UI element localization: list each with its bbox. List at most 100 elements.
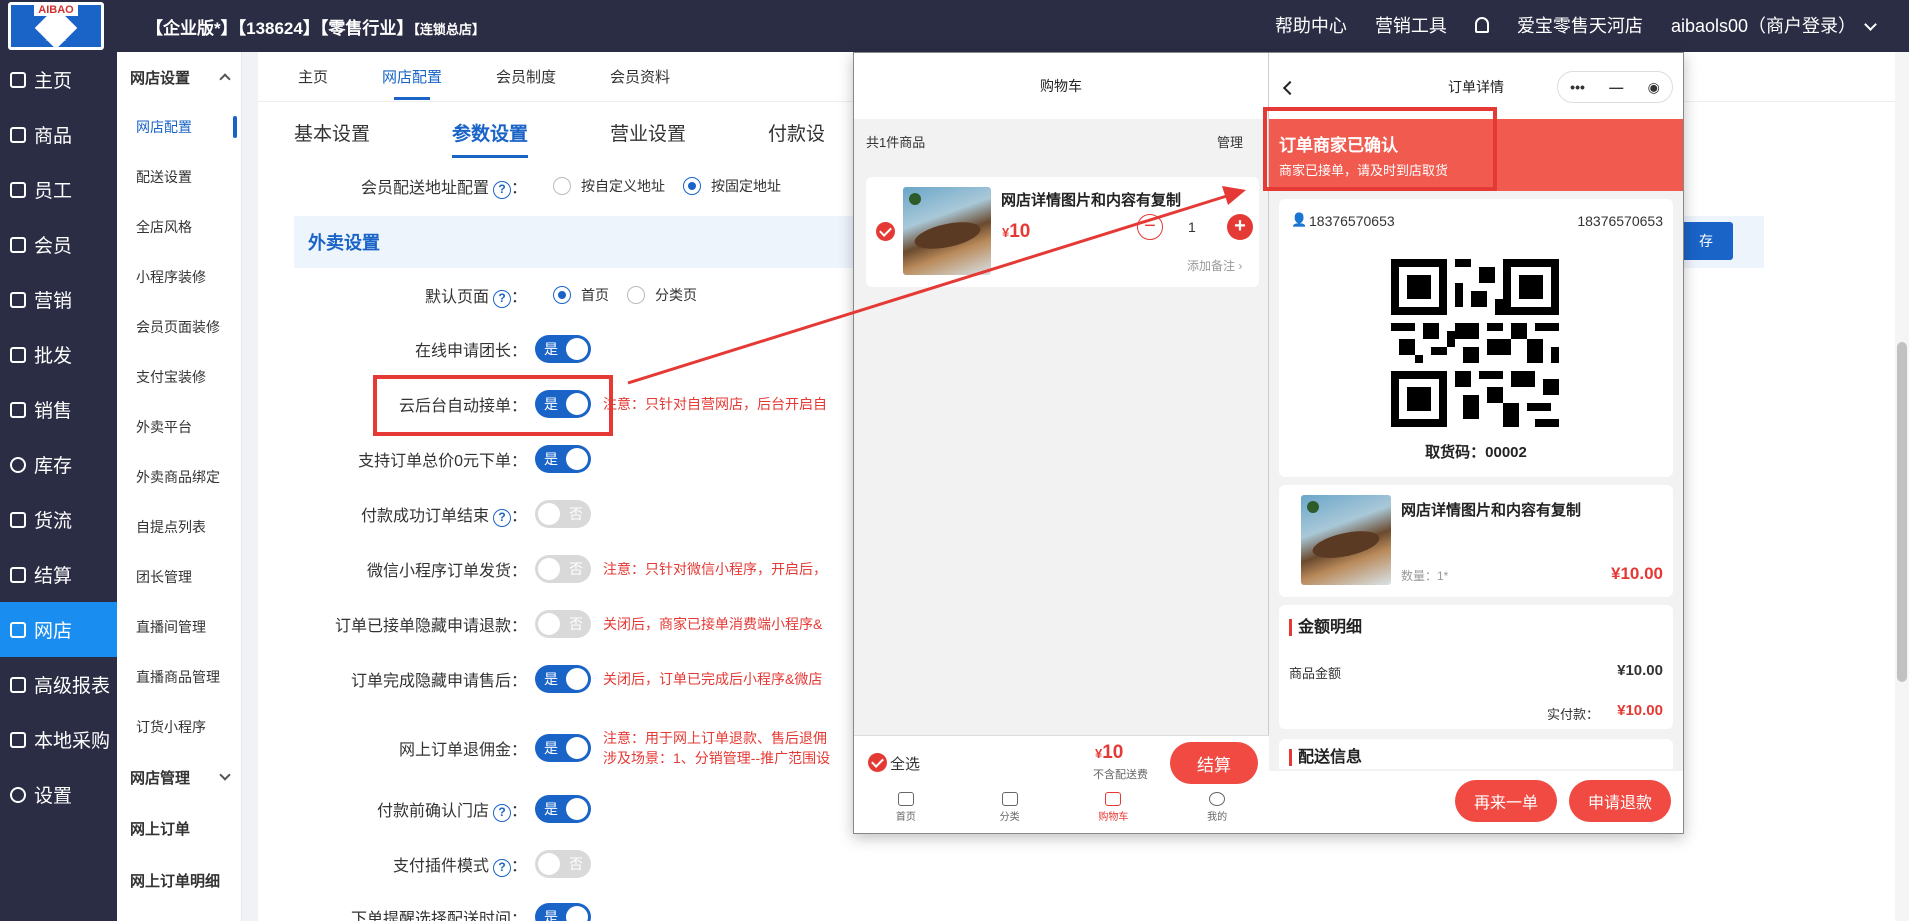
subnav-item-order-miniapp[interactable]: 订货小程序 bbox=[117, 702, 241, 752]
order-product-price: ¥10.00 bbox=[1611, 564, 1663, 583]
subnav-item-alipay-decor[interactable]: 支付宝装修 bbox=[117, 352, 241, 402]
nav-item-home[interactable]: 主页 bbox=[0, 52, 117, 107]
subnav-item-leader[interactable]: 团长管理 bbox=[117, 552, 241, 602]
toggle-pay-end[interactable]: 否 bbox=[535, 500, 591, 528]
subnav-item-takeout-binding[interactable]: 外卖商品绑定 bbox=[117, 452, 241, 502]
store-name[interactable]: 爱宝零售天河店 bbox=[1517, 12, 1643, 38]
toggle-confirm-store[interactable]: 是 bbox=[535, 795, 591, 823]
help-icon[interactable]: ? bbox=[492, 803, 511, 822]
tab-payment-settings[interactable]: 付款设 bbox=[768, 102, 825, 162]
nav-item-reports[interactable]: 高级报表 bbox=[0, 657, 117, 712]
subnav-group-store-manage[interactable]: 网店管理 bbox=[117, 752, 241, 802]
nav-item-member[interactable]: 会员 bbox=[0, 217, 117, 272]
refund-button[interactable]: 申请退款 bbox=[1569, 780, 1671, 822]
scrollbar-thumb[interactable] bbox=[1897, 342, 1907, 682]
checkout-button[interactable]: 结算 bbox=[1170, 742, 1258, 784]
bell-icon[interactable] bbox=[1474, 17, 1489, 33]
tab-param-settings[interactable]: 参数设置 bbox=[452, 102, 529, 162]
toggle-pay-plugin[interactable]: 否 bbox=[535, 850, 591, 878]
highlight-box-order-status bbox=[1263, 107, 1497, 191]
toggle-zero-order[interactable]: 是 bbox=[535, 445, 591, 473]
product-image bbox=[1301, 495, 1391, 585]
radio-fixed-address[interactable] bbox=[683, 177, 701, 195]
more-icon[interactable]: ••• bbox=[1570, 79, 1585, 95]
cart-footer: 全选 ¥10 不含配送费 结算 首页 分类 购物车 我的 bbox=[854, 735, 1269, 833]
add-remark-link[interactable]: 添加备注 › bbox=[1187, 257, 1242, 274]
tabbar-home[interactable]: 首页 bbox=[854, 792, 958, 834]
help-icon[interactable]: ? bbox=[492, 289, 511, 308]
nav-item-inventory[interactable]: 库存 bbox=[0, 437, 117, 492]
user-menu[interactable]: aibaols00（商户登录） bbox=[1671, 12, 1877, 38]
setting-row-pay-plugin: 支付插件模式?： 否 bbox=[258, 844, 1138, 884]
aibao-logo[interactable]: AIBAO 爱 宝 bbox=[8, 2, 104, 50]
minimize-icon[interactable]: — bbox=[1609, 79, 1623, 95]
nav-item-wholesale[interactable]: 批发 bbox=[0, 327, 117, 382]
tab-home[interactable]: 主页 bbox=[298, 52, 328, 102]
nav-item-logistics[interactable]: 货流 bbox=[0, 492, 117, 547]
tabbar-mine[interactable]: 我的 bbox=[1165, 792, 1269, 834]
subnav-item-live-room[interactable]: 直播间管理 bbox=[117, 602, 241, 652]
product-title: 网店详情图片和内容有复制 bbox=[1001, 192, 1181, 209]
item-checkbox[interactable] bbox=[876, 222, 895, 241]
cart-icon bbox=[1105, 792, 1122, 806]
qty-value[interactable]: 1 bbox=[1188, 219, 1196, 235]
toggle-apply-leader[interactable]: 是 bbox=[535, 335, 591, 363]
subnav-item-member-page[interactable]: 会员页面装修 bbox=[117, 302, 241, 352]
reorder-button[interactable]: 再来一单 bbox=[1455, 780, 1557, 822]
tabbar-category[interactable]: 分类 bbox=[958, 792, 1062, 834]
radio-custom-address[interactable] bbox=[553, 177, 571, 195]
logo-sub: 爱 宝 bbox=[45, 31, 67, 42]
toggle-commission[interactable]: 是 bbox=[535, 734, 591, 762]
subnav-item-miniapp-decor[interactable]: 小程序装修 bbox=[117, 252, 241, 302]
toggle-wechat-ship[interactable]: 否 bbox=[535, 555, 591, 583]
subnav-item-delivery[interactable]: 配送设置 bbox=[117, 152, 241, 202]
tab-business-settings[interactable]: 营业设置 bbox=[610, 102, 686, 162]
nav-item-staff[interactable]: 员工 bbox=[0, 162, 117, 217]
select-all-checkbox[interactable] bbox=[868, 753, 887, 772]
radio-home-page[interactable] bbox=[553, 286, 571, 304]
cart-total: ¥10 bbox=[1095, 742, 1124, 763]
cart-title: 购物车 bbox=[854, 53, 1268, 119]
cart-summary-bar: 共1件商品 管理 bbox=[854, 119, 1268, 163]
tab-store-config[interactable]: 网店配置 bbox=[382, 52, 442, 102]
help-icon[interactable]: ? bbox=[492, 180, 511, 199]
subnav-item-live-goods[interactable]: 直播商品管理 bbox=[117, 652, 241, 702]
select-all-label[interactable]: 全选 bbox=[890, 753, 920, 774]
subnav-group-store-settings[interactable]: 网店设置 bbox=[117, 52, 241, 102]
nav-item-marketing[interactable]: 营销 bbox=[0, 272, 117, 327]
subnav-item-style[interactable]: 全店风格 bbox=[117, 202, 241, 252]
cart-manage-button[interactable]: 管理 bbox=[1217, 132, 1243, 151]
goods-amount-label: 商品金额 bbox=[1289, 666, 1342, 681]
line-chart-icon bbox=[10, 676, 26, 693]
highlight-box-auto-accept bbox=[373, 375, 613, 436]
qty-minus-button[interactable]: − bbox=[1137, 214, 1163, 240]
page-scrollbar[interactable] bbox=[1895, 52, 1909, 921]
nav-item-goods[interactable]: 商品 bbox=[0, 107, 117, 162]
toggle-delivery-time[interactable]: 是 bbox=[535, 903, 591, 921]
category-icon bbox=[1001, 792, 1018, 806]
subnav-item-store-config[interactable]: 网店配置 bbox=[117, 102, 241, 152]
tab-member-info[interactable]: 会员资料 bbox=[610, 52, 670, 102]
subnav-online-order-detail[interactable]: 网上订单明细 bbox=[117, 854, 241, 906]
toggle-hide-refund[interactable]: 否 bbox=[535, 610, 591, 638]
radio-category-page[interactable] bbox=[627, 286, 645, 304]
nav-item-settlement[interactable]: 结算 bbox=[0, 547, 117, 602]
nav-item-sales[interactable]: 销售 bbox=[0, 382, 117, 437]
tab-member-system[interactable]: 会员制度 bbox=[496, 52, 556, 102]
help-icon[interactable]: ? bbox=[492, 858, 511, 877]
nav-item-webstore[interactable]: 网店 bbox=[0, 602, 117, 657]
help-center-link[interactable]: 帮助中心 bbox=[1275, 12, 1347, 38]
tabbar-cart[interactable]: 购物车 bbox=[1062, 792, 1166, 834]
qty-plus-button[interactable]: + bbox=[1227, 214, 1253, 240]
nav-item-local-purchase[interactable]: 本地采购 bbox=[0, 712, 117, 767]
marketing-tools-link[interactable]: 营销工具 bbox=[1375, 12, 1447, 38]
chevron-down-icon bbox=[1864, 18, 1877, 31]
tab-basic-settings[interactable]: 基本设置 bbox=[294, 102, 370, 162]
nav-item-settings[interactable]: 设置 bbox=[0, 767, 117, 822]
subnav-item-pickup-points[interactable]: 自提点列表 bbox=[117, 502, 241, 552]
toggle-hide-aftersale[interactable]: 是 bbox=[535, 665, 591, 693]
help-icon[interactable]: ? bbox=[492, 508, 511, 527]
subnav-item-takeout-platform[interactable]: 外卖平台 bbox=[117, 402, 241, 452]
subnav-online-orders[interactable]: 网上订单 bbox=[117, 802, 241, 854]
close-target-icon[interactable]: ◉ bbox=[1648, 79, 1660, 96]
